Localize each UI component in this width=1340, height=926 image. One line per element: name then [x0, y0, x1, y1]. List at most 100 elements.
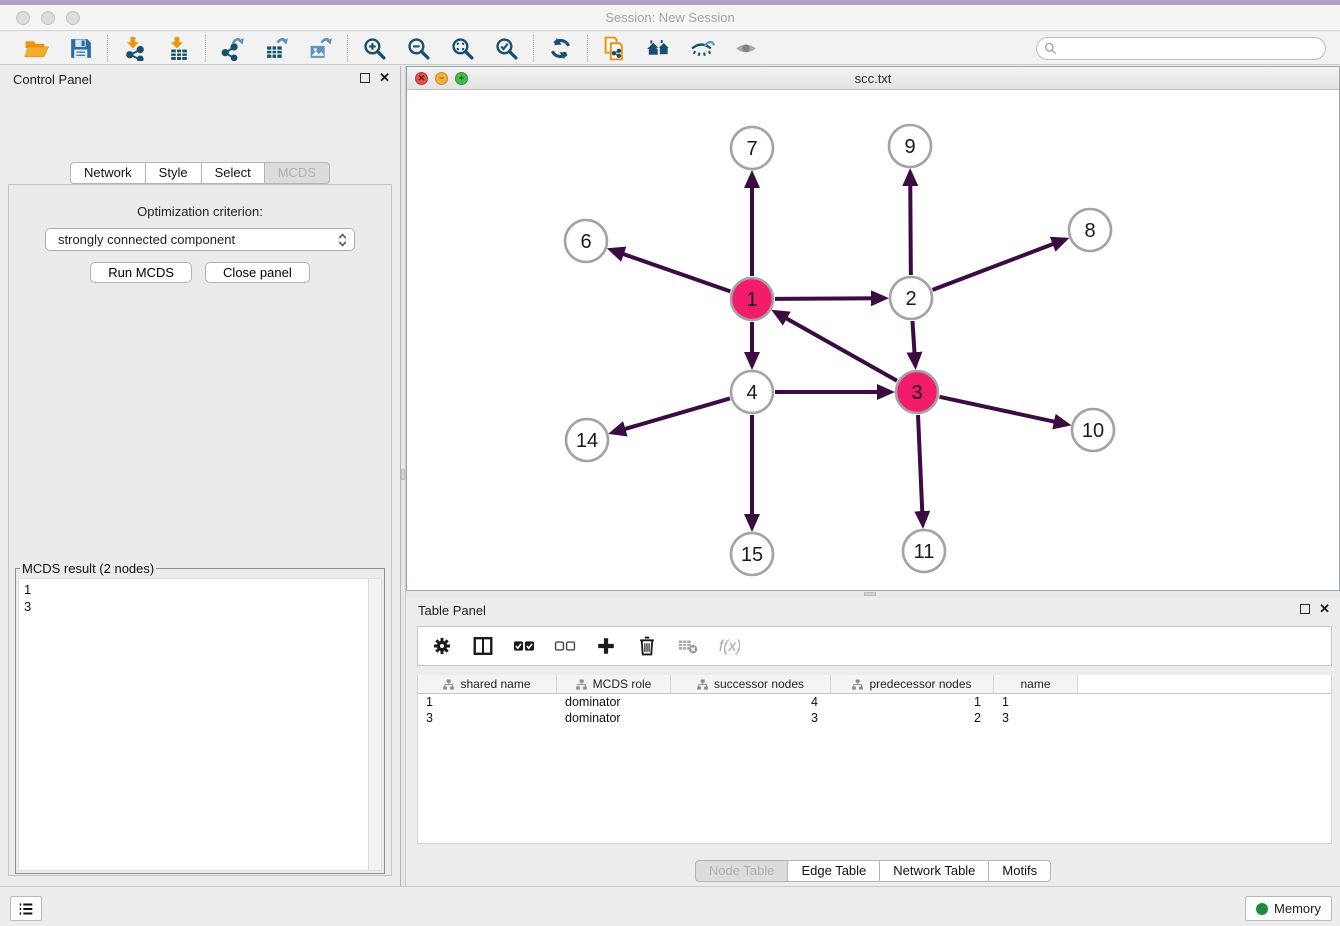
- zoom-out-button[interactable]: [405, 35, 432, 62]
- window-title: Session: New Session: [0, 10, 1340, 25]
- table-cell[interactable]: 3: [994, 710, 1078, 726]
- houses-icon: [646, 36, 671, 61]
- first-neighbors-button[interactable]: [645, 35, 672, 62]
- table-cell[interactable]: 1: [418, 694, 557, 710]
- delete-column-button[interactable]: [635, 634, 659, 658]
- edge-1-2[interactable]: [775, 298, 881, 299]
- create-column-button[interactable]: [594, 634, 618, 658]
- node-4-label: 4: [746, 382, 757, 404]
- export-table-button[interactable]: [263, 35, 290, 62]
- column-header-shared-name[interactable]: shared name: [418, 675, 557, 693]
- network-view-window: ✕ − + scc.txt 7968124314101511: [406, 66, 1340, 591]
- memory-button-label: Memory: [1274, 901, 1321, 916]
- deselect-all-button[interactable]: [553, 634, 577, 658]
- network-view-titlebar[interactable]: ✕ − + scc.txt: [407, 67, 1339, 90]
- edge-3-1[interactable]: [778, 314, 897, 381]
- zoom-selected-button[interactable]: [493, 35, 520, 62]
- table-row[interactable]: 1dominator411: [418, 694, 1331, 710]
- edge-3-10[interactable]: [939, 397, 1063, 424]
- column-header-successor-nodes[interactable]: successor nodes: [671, 675, 831, 693]
- edge-4-14[interactable]: [616, 398, 730, 431]
- copy-network-icon: [602, 36, 627, 61]
- zoom-fit-icon: [450, 36, 475, 61]
- tab-mcds[interactable]: MCDS: [264, 162, 330, 184]
- table-cell[interactable]: 4: [671, 694, 831, 710]
- trash-icon: [636, 635, 658, 657]
- network-canvas[interactable]: 7968124314101511: [407, 90, 1339, 590]
- column-header-label: MCDS role: [593, 677, 652, 691]
- hide-selected-button[interactable]: [689, 35, 716, 62]
- edge-3-11[interactable]: [918, 415, 923, 521]
- node-table: shared name MCDS role successor nodes prede…: [417, 675, 1332, 844]
- tab-select[interactable]: Select: [201, 162, 265, 184]
- table-float-panel-icon[interactable]: [1300, 604, 1310, 614]
- tab-style[interactable]: Style: [145, 162, 202, 184]
- tab-network-table[interactable]: Network Table: [879, 860, 989, 882]
- export-image-button[interactable]: [307, 35, 334, 62]
- table-cell[interactable]: 3: [418, 710, 557, 726]
- criterion-dropdown[interactable]: strongly connected component: [45, 228, 355, 251]
- close-panel-button[interactable]: Close panel: [205, 262, 310, 283]
- node-2-label: 2: [905, 288, 916, 310]
- vertical-splitter-handle[interactable]: [401, 469, 405, 480]
- tree-icon: [576, 679, 587, 690]
- table-cell[interactable]: 1: [994, 694, 1078, 710]
- table-cell[interactable]: dominator: [557, 694, 671, 710]
- toggle-panel-button[interactable]: [471, 634, 495, 658]
- table-cell[interactable]: 3: [671, 710, 831, 726]
- mcds-result-line: 3: [24, 598, 363, 615]
- memory-status-icon: [1256, 903, 1268, 915]
- zoom-in-button[interactable]: [361, 35, 388, 62]
- column-header-name[interactable]: name: [994, 675, 1078, 693]
- search-input[interactable]: [1057, 39, 1325, 58]
- table-row[interactable]: 3dominator323: [418, 710, 1331, 726]
- criterion-dropdown-value: strongly connected component: [58, 232, 338, 247]
- open-session-button[interactable]: [23, 35, 50, 62]
- import-network-button[interactable]: [121, 35, 148, 62]
- function-builder-button: f(x): [717, 634, 741, 658]
- zoom-fit-button[interactable]: [449, 35, 476, 62]
- close-panel-icon[interactable]: ✕: [379, 72, 390, 84]
- mcds-result-line: 1: [24, 581, 363, 598]
- apply-layout-button[interactable]: [547, 35, 574, 62]
- run-mcds-button[interactable]: Run MCDS: [90, 262, 192, 283]
- table-settings-button[interactable]: [430, 634, 454, 658]
- table-panel: Table Panel ✕ f(x) shared nameMCDS roles…: [406, 597, 1340, 886]
- memory-button[interactable]: Memory: [1245, 896, 1332, 921]
- table-close-panel-icon[interactable]: ✕: [1319, 603, 1330, 615]
- delete-table-button: [676, 634, 700, 658]
- edge-2-8[interactable]: [933, 241, 1062, 290]
- tab-node-table[interactable]: Node Table: [695, 860, 789, 882]
- edge-2-3[interactable]: [912, 321, 915, 362]
- column-header-label: successor nodes: [714, 677, 804, 691]
- table-cell[interactable]: dominator: [557, 710, 671, 726]
- export-network-button[interactable]: [219, 35, 246, 62]
- gear-icon: [431, 635, 453, 657]
- main-toolbar: [0, 32, 1340, 65]
- column-header-predecessor-nodes[interactable]: predecessor nodes: [831, 675, 994, 693]
- result-scrollbar[interactable]: [368, 579, 381, 870]
- import-network-icon: [122, 36, 147, 61]
- task-history-button[interactable]: [10, 896, 42, 921]
- float-panel-icon[interactable]: [360, 73, 370, 83]
- horizontal-splitter-handle[interactable]: [864, 592, 876, 596]
- table-cell[interactable]: 2: [831, 710, 994, 726]
- toolbar-group: [534, 35, 587, 62]
- tab-motifs[interactable]: Motifs: [988, 860, 1051, 882]
- edge-1-6[interactable]: [614, 251, 730, 292]
- mcds-result-list[interactable]: 13: [19, 579, 368, 870]
- tab-network[interactable]: Network: [70, 162, 146, 184]
- new-network-from-selection-button[interactable]: [601, 35, 628, 62]
- import-table-button[interactable]: [165, 35, 192, 62]
- tab-edge-table[interactable]: Edge Table: [787, 860, 880, 882]
- zoom-selected-icon: [494, 36, 519, 61]
- table-cell[interactable]: 1: [831, 694, 994, 710]
- column-header-MCDS-role[interactable]: MCDS role: [557, 675, 671, 693]
- edge-2-9[interactable]: [910, 176, 911, 275]
- column-header-label: shared name: [460, 677, 530, 691]
- search-box[interactable]: [1036, 37, 1326, 60]
- toolbar-group: [10, 35, 107, 62]
- save-session-button[interactable]: [67, 35, 94, 62]
- split-pane-icon: [472, 635, 494, 657]
- select-all-button[interactable]: [512, 634, 536, 658]
